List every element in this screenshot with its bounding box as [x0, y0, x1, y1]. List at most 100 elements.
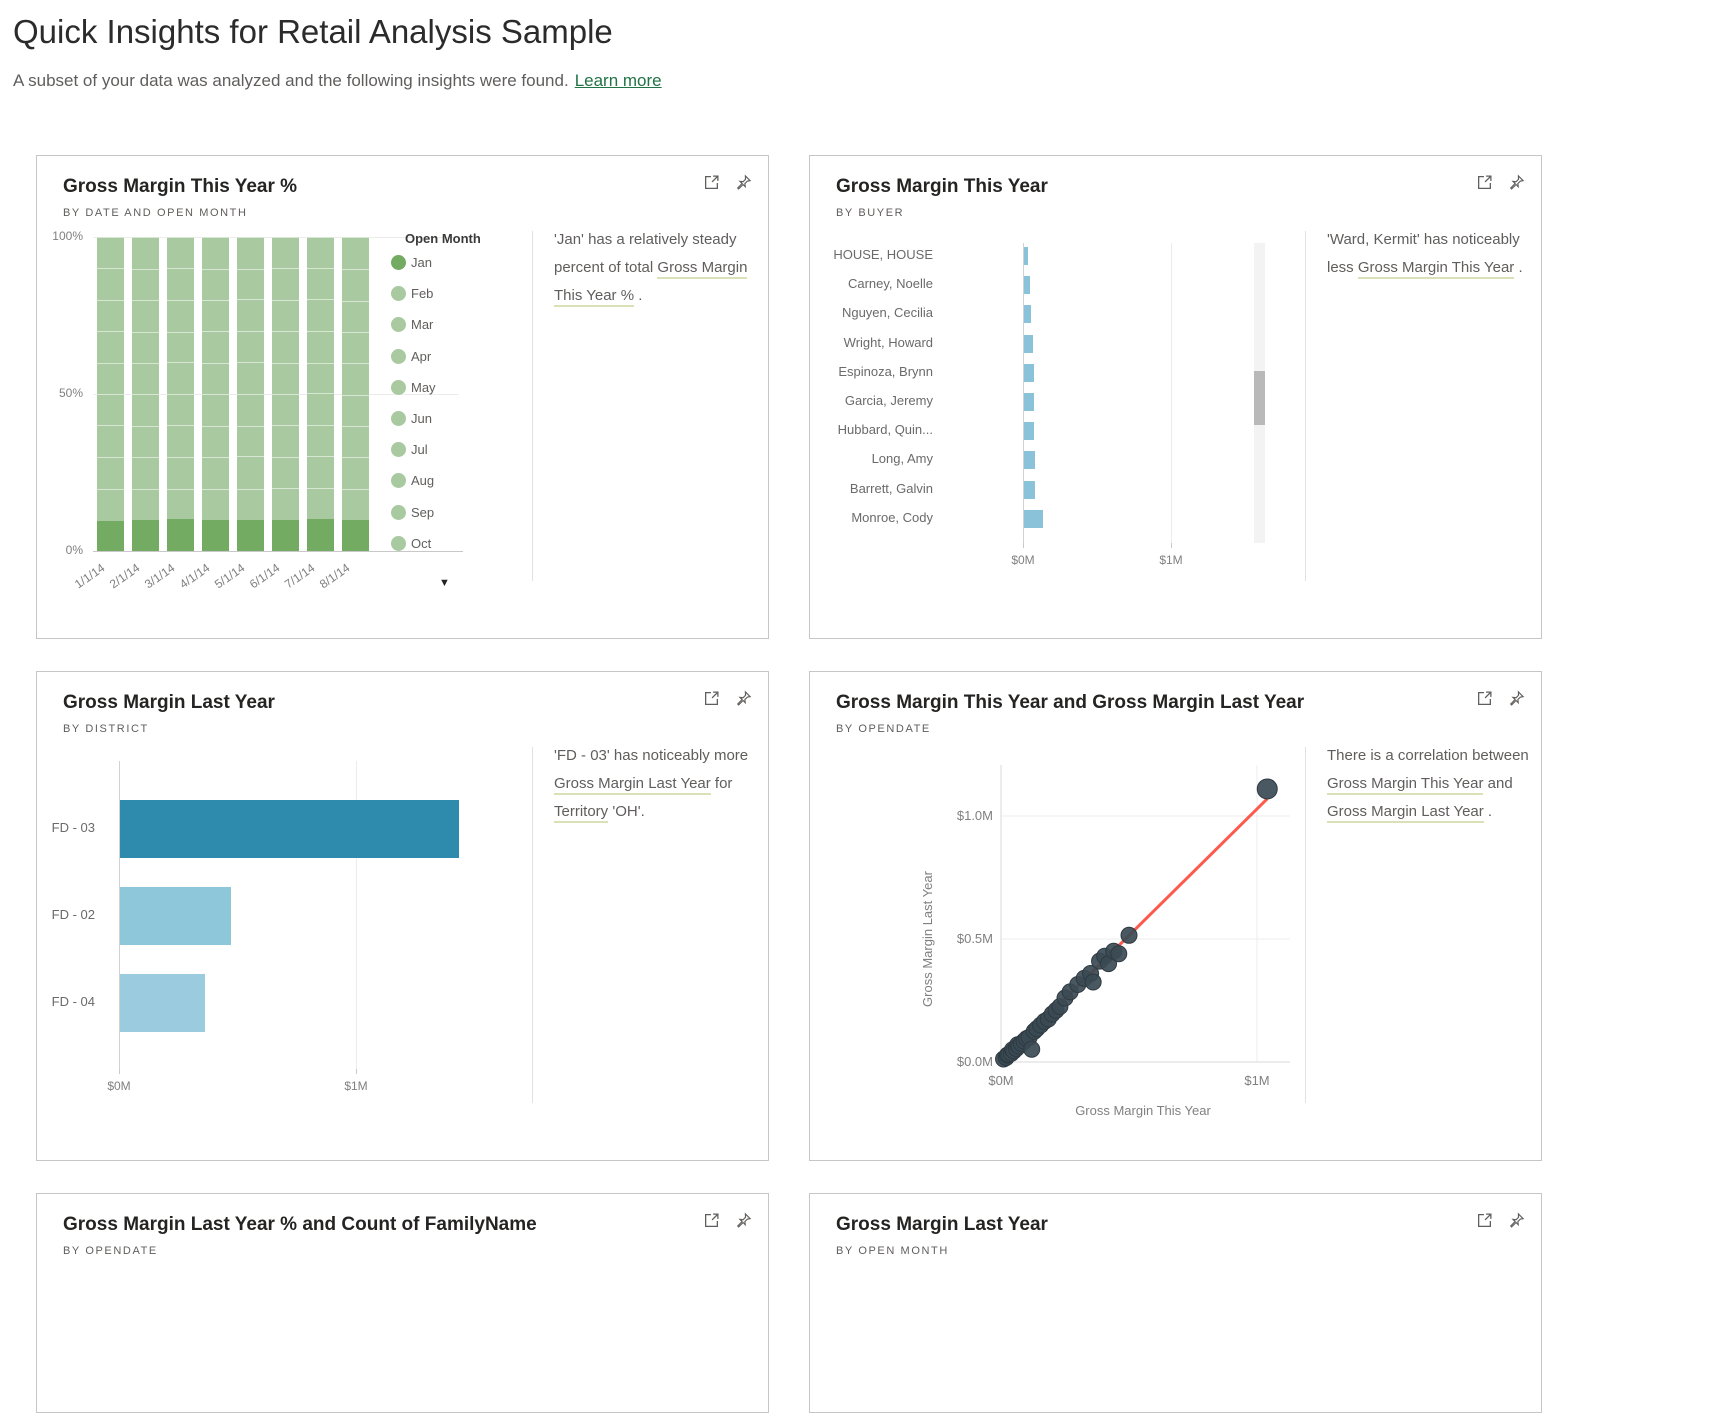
bar-segment — [97, 425, 124, 458]
bar-segment — [307, 488, 334, 519]
bar — [1024, 276, 1030, 295]
bar-segment — [307, 425, 334, 457]
scatter-point — [1256, 778, 1278, 800]
bar-segment — [132, 362, 159, 394]
bar-segment — [132, 237, 159, 270]
bar-segment — [202, 394, 229, 427]
bar-segment — [132, 519, 159, 551]
bar-segment — [237, 519, 264, 551]
pin-icon[interactable] — [735, 690, 752, 707]
legend-scroll-down-arrow[interactable]: ▼ — [439, 577, 450, 589]
x-axis-tick: $1M — [344, 1079, 368, 1093]
focus-mode-icon[interactable] — [703, 174, 720, 191]
card-title: Gross Margin Last Year % and Count of Fa… — [63, 1214, 537, 1235]
bar-segment — [132, 488, 159, 520]
bar-segment — [307, 268, 334, 300]
focus-mode-icon[interactable] — [703, 690, 720, 707]
insight-card-correlation[interactable]: Gross Margin This Year and Gross Margin … — [809, 671, 1542, 1161]
bar-segment — [132, 456, 159, 489]
gridline-1m — [1171, 243, 1172, 543]
x-axis-line — [93, 551, 463, 552]
bar-segment — [132, 299, 159, 332]
focus-mode-icon[interactable] — [1476, 1212, 1493, 1229]
page-title: Quick Insights for Retail Analysis Sampl… — [13, 13, 613, 50]
bar-segment — [167, 268, 194, 301]
insight-card-gross-margin-last-year-by-district[interactable]: Gross Margin Last Year BY DISTRICT FD - … — [36, 671, 769, 1161]
bar-segment — [307, 331, 334, 363]
legend-dot — [391, 348, 406, 364]
x-axis-category-label: 3/1/14 — [142, 560, 178, 592]
bar-segment — [307, 362, 334, 394]
bar-segment — [237, 394, 264, 426]
bar-segment — [167, 331, 194, 363]
pin-icon[interactable] — [735, 174, 752, 191]
insight-text: There is a correlation between Gross Mar… — [1327, 742, 1529, 826]
bar-segment — [167, 237, 194, 269]
scatter-svg: $0.0M $0.5M $1.0M $0M $1M Gross Margin This Y… — [920, 765, 1290, 1118]
insight-card-gross-margin-this-year-pct[interactable]: Gross Margin This Year % BY DATE AND OPE… — [36, 155, 769, 639]
bar-segment — [237, 488, 264, 520]
bar-segment — [272, 519, 299, 551]
x-axis-category-label: 5/1/14 — [212, 560, 248, 592]
legend-item-may: May — [391, 379, 436, 395]
legend-title: Open Month — [405, 231, 481, 246]
card-actions — [703, 690, 752, 707]
learn-more-link[interactable]: Learn more — [575, 71, 662, 90]
x-axis-category-label: 7/1/14 — [282, 560, 318, 592]
pin-icon[interactable] — [1508, 690, 1525, 707]
card-title: Gross Margin Last Year — [836, 1214, 1048, 1235]
bar-segment — [132, 426, 159, 457]
bar — [1024, 247, 1029, 265]
bar-segment — [97, 237, 124, 269]
bar-segment — [272, 425, 299, 458]
bar-segment — [342, 488, 369, 521]
insight-card-gross-margin-last-year-by-open-month[interactable]: Gross Margin Last Year BY OPEN MONTH — [809, 1193, 1542, 1413]
insight-cards-grid: Gross Margin This Year % BY DATE AND OPE… — [36, 155, 1542, 1413]
bar — [1024, 480, 1036, 499]
x-axis-tick: $0M — [1011, 553, 1035, 567]
legend-item-aug: Aug — [391, 473, 434, 489]
insight-card-gross-margin-last-year-pct-count[interactable]: Gross Margin Last Year % and Count of Fa… — [36, 1193, 769, 1413]
bar-segment — [272, 331, 299, 363]
card-actions — [703, 174, 752, 191]
pin-icon[interactable] — [1508, 1212, 1525, 1229]
bar-segment — [202, 269, 229, 301]
card-subtitle: BY OPEN MONTH — [836, 1245, 949, 1257]
bar-segment — [132, 269, 159, 300]
legend-dot — [391, 286, 406, 302]
bar-segment — [167, 488, 194, 520]
scrollbar-thumb[interactable] — [1254, 371, 1265, 425]
bar — [1024, 363, 1034, 382]
pin-icon[interactable] — [1508, 174, 1525, 191]
bar-segment — [342, 300, 369, 332]
bar — [1024, 393, 1035, 411]
bar-segment — [97, 362, 124, 394]
x-axis-category-label: 6/1/14 — [247, 560, 283, 592]
focus-mode-icon[interactable] — [1476, 174, 1493, 191]
bar-segment — [342, 520, 369, 551]
bar-segment — [97, 457, 124, 489]
bar-segment — [307, 456, 334, 489]
bar-segment — [202, 520, 229, 551]
card-actions — [703, 1212, 752, 1229]
pin-icon[interactable] — [735, 1212, 752, 1229]
tick-mark — [1171, 543, 1172, 548]
axis-text: $1M — [1244, 1073, 1269, 1088]
insight-card-gross-margin-this-year-by-buyer[interactable]: Gross Margin This Year BY BUYER HOUSE, H… — [809, 155, 1542, 639]
bar — [1024, 451, 1036, 470]
vertical-divider — [532, 231, 533, 581]
bar-segment — [272, 362, 299, 395]
bar-segment — [132, 394, 159, 427]
bar-chart-by-buyer: HOUSE, HOUSE Carney, Noelle Nguyen, Cecili… — [810, 231, 1304, 631]
card-actions — [1476, 690, 1525, 707]
legend-dot — [391, 317, 406, 333]
category-label: FD - 02 — [51, 907, 95, 922]
category-label: FD - 04 — [51, 994, 95, 1009]
bar-segment — [342, 331, 369, 363]
card-subtitle: BY OPENDATE — [63, 1245, 158, 1257]
focus-mode-icon[interactable] — [1476, 690, 1493, 707]
insight-text: 'FD - 03' has noticeably more Gross Marg… — [554, 742, 756, 826]
legend-item-jan: Jan — [391, 255, 432, 270]
bar-segment — [167, 425, 194, 458]
focus-mode-icon[interactable] — [703, 1212, 720, 1229]
